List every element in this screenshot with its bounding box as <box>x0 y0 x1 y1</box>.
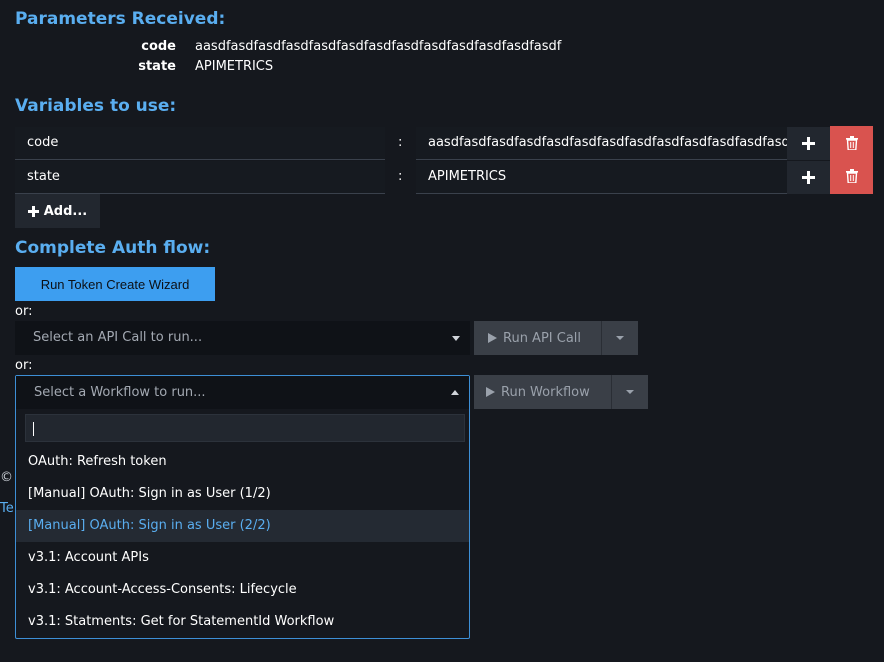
run-token-wizard-button[interactable]: Run Token Create Wizard <box>15 267 215 301</box>
param-row: APIMETRICS <box>195 59 855 77</box>
api-call-select[interactable]: Select an API Call to run... <box>15 321 470 355</box>
caret-up-icon <box>451 390 459 395</box>
param-row: state <box>0 59 176 77</box>
variable-value-input[interactable]: APIMETRICS <box>416 161 787 194</box>
add-variable-button[interactable] <box>787 127 830 160</box>
auth-flow-heading: Complete Auth flow: <box>15 238 211 258</box>
param-value: aasdfasdfasdfasdfasdfasdfasdfasdfasdfasd… <box>195 39 562 54</box>
workflow-select-placeholder: Select a Workflow to run... <box>34 385 206 400</box>
play-icon <box>488 333 497 343</box>
or-label: or: <box>15 304 33 319</box>
workflow-option[interactable]: v3.1: Account-Access-Consents: Lifecycle <box>16 574 469 606</box>
run-api-call-label: Run API Call <box>503 330 582 346</box>
text-cursor <box>33 422 34 436</box>
plus-icon <box>802 171 815 184</box>
plus-icon <box>27 205 39 217</box>
play-icon <box>486 387 495 397</box>
workflow-option[interactable]: OAuth: Refresh token <box>16 446 469 478</box>
variables-heading: Variables to use: <box>15 96 177 116</box>
caret-down-icon <box>616 336 624 340</box>
key-value-separator: : <box>398 169 403 184</box>
param-key: state <box>138 59 176 74</box>
plus-icon <box>802 137 815 150</box>
param-row: aasdfasdfasdfasdfasdfasdfasdfasdfasdfasd… <box>195 39 855 57</box>
auth-callback-page: Parameters Received: code aasdfasdfasdfa… <box>0 0 884 662</box>
add-variable-row-button[interactable]: Add... <box>15 194 100 228</box>
workflow-select[interactable]: Select a Workflow to run... <box>16 376 469 409</box>
add-label: Add... <box>43 203 88 219</box>
param-key: code <box>141 39 176 54</box>
param-row: code <box>0 39 176 57</box>
api-call-select-placeholder: Select an API Call to run... <box>33 330 203 345</box>
run-api-call-options-button[interactable] <box>601 321 638 355</box>
run-workflow-label: Run Workflow <box>501 384 590 400</box>
run-workflow-button[interactable]: Run Workflow <box>474 375 612 409</box>
workflow-option[interactable]: [Manual] OAuth: Sign in as User (1/2) <box>16 478 469 510</box>
caret-down-icon <box>452 336 460 341</box>
workflow-option[interactable]: v3.1: Statments: Get for StatementId Wor… <box>16 606 469 638</box>
add-variable-button[interactable] <box>787 161 830 194</box>
caret-down-icon <box>626 390 634 394</box>
key-value-separator: : <box>398 135 403 150</box>
parameters-heading: Parameters Received: <box>15 9 226 29</box>
trash-icon <box>845 136 858 151</box>
workflow-search-input[interactable] <box>25 414 465 442</box>
param-value: APIMETRICS <box>195 59 274 74</box>
variable-value-input[interactable]: aasdfasdfasdfasdfasdfasdfasdfasdfasdfasd… <box>416 127 787 160</box>
workflow-select-dropdown[interactable]: Select a Workflow to run... OAuth: Refre… <box>15 375 470 639</box>
run-workflow-options-button[interactable] <box>611 375 648 409</box>
or-label: or: <box>15 358 33 373</box>
trash-icon <box>845 169 858 184</box>
workflow-option[interactable]: v3.1: Account APIs <box>16 542 469 574</box>
run-api-call-button[interactable]: Run API Call <box>474 321 601 355</box>
footer-link[interactable]: Te <box>0 501 14 516</box>
copyright-text: © <box>0 470 13 485</box>
variable-name-input[interactable]: code <box>15 127 385 160</box>
variable-name-input[interactable]: state <box>15 161 385 194</box>
workflow-option-highlighted[interactable]: [Manual] OAuth: Sign in as User (2/2) <box>16 510 469 542</box>
delete-variable-button[interactable] <box>830 126 873 194</box>
